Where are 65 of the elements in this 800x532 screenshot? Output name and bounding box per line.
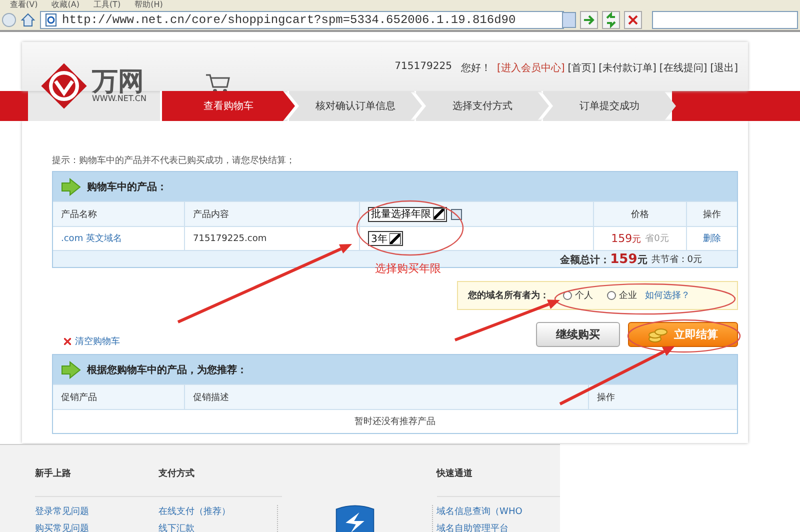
- home-icon: [20, 12, 36, 28]
- price-text: 159元: [611, 232, 642, 246]
- address-text: http://www.net.cn/core/shoppingcart?spm=5334.652006.1.19.816d90: [62, 13, 516, 27]
- column-header: 操作: [588, 384, 737, 409]
- footer-heading: 快速通道: [436, 467, 560, 497]
- clear-cart-link[interactable]: 清空购物车: [75, 335, 120, 348]
- refresh-icon: [602, 11, 620, 29]
- panel-title: 购物车中的产品：: [87, 180, 167, 194]
- column-header: 产品名称: [53, 201, 184, 226]
- footer-link[interactable]: 在线支付（推荐）: [158, 505, 282, 518]
- menu-item[interactable]: 帮助(H): [134, 0, 163, 10]
- header-link[interactable]: [进入会员中心]: [496, 61, 565, 75]
- footer-link[interactable]: 域名信息查询（WHO: [436, 505, 560, 518]
- arrow-icon: [61, 360, 81, 378]
- header-link[interactable]: [未付款订单]: [598, 61, 656, 75]
- annotation-text: 选择购买年限: [375, 260, 441, 276]
- empty-message: 暂时还没有推荐产品: [53, 409, 737, 433]
- footer-link[interactable]: 线下汇款: [158, 522, 282, 532]
- step-tab[interactable]: 核对确认订单信息: [287, 91, 422, 121]
- close-icon: [624, 11, 642, 29]
- tip-text: 提示：购物车中的产品并不代表已购买成功，请您尽快结算；: [52, 154, 296, 166]
- coins-icon: [648, 326, 668, 342]
- column-header: 操作: [686, 201, 737, 226]
- radio-button[interactable]: [607, 291, 616, 300]
- menu-item[interactable]: 收藏(A): [52, 0, 80, 10]
- radio-option[interactable]: 企业: [607, 289, 637, 302]
- column-header: 产品内容: [184, 201, 359, 226]
- greeting-text: 您好！: [460, 62, 491, 75]
- term-select[interactable]: 3年: [368, 231, 404, 246]
- nav-bar-end: [0, 91, 28, 121]
- step-tab[interactable]: 订单提交成功: [541, 91, 676, 121]
- column-header: 价格: [593, 201, 686, 226]
- footer-link[interactable]: 登录常见问题: [35, 505, 158, 518]
- saved-text: 省0元: [645, 232, 669, 245]
- footer-link[interactable]: 域名自助管理平台: [436, 522, 560, 532]
- menu-item[interactable]: 工具(T): [93, 0, 121, 10]
- column-header: 促销描述: [184, 384, 588, 409]
- panel-title: 根据您购物车中的产品，为您推荐：: [87, 363, 247, 376]
- footer-heading: 新手上路: [35, 467, 158, 497]
- menu-item[interactable]: 查看(V): [10, 0, 38, 10]
- header-link[interactable]: [在线提问]: [659, 61, 708, 75]
- column-header: 促销产品: [53, 384, 184, 409]
- batch-term-select[interactable]: 批量选择年限: [368, 206, 447, 222]
- search-field[interactable]: [652, 11, 798, 29]
- step-tab[interactable]: 选择支付方式: [414, 91, 549, 121]
- radio-option[interactable]: 个人: [563, 289, 593, 302]
- help-link[interactable]: 如何选择？: [645, 289, 690, 302]
- owner-label: 您的域名所有者为：: [468, 289, 549, 302]
- header-link[interactable]: [首页]: [568, 61, 596, 75]
- saved-total-text: 共节省：0元: [651, 254, 702, 266]
- logo-subtitle: WWW.NET.CN: [92, 95, 146, 103]
- logo-text: 万网: [92, 69, 144, 95]
- address-field[interactable]: http://www.net.cn/core/shoppingcart?spm=5334.652006.1.19.816d90: [40, 11, 564, 29]
- arrow-icon: [61, 178, 81, 196]
- page-icon: [44, 13, 58, 27]
- footer-link[interactable]: 购买常见问题: [35, 522, 158, 532]
- user-name: 715179225: [394, 61, 452, 74]
- delete-link[interactable]: 删除: [686, 226, 737, 250]
- footer-heading: 支付方式: [158, 467, 282, 497]
- product-content: 715179225.com: [184, 226, 359, 250]
- continue-button[interactable]: 继续购买: [536, 322, 620, 347]
- delete-icon: [64, 338, 71, 345]
- total-text: 金额总计：159元: [560, 252, 648, 266]
- header-link[interactable]: [退出]: [710, 61, 738, 75]
- step-tab[interactable]: 查看购物车: [160, 91, 295, 121]
